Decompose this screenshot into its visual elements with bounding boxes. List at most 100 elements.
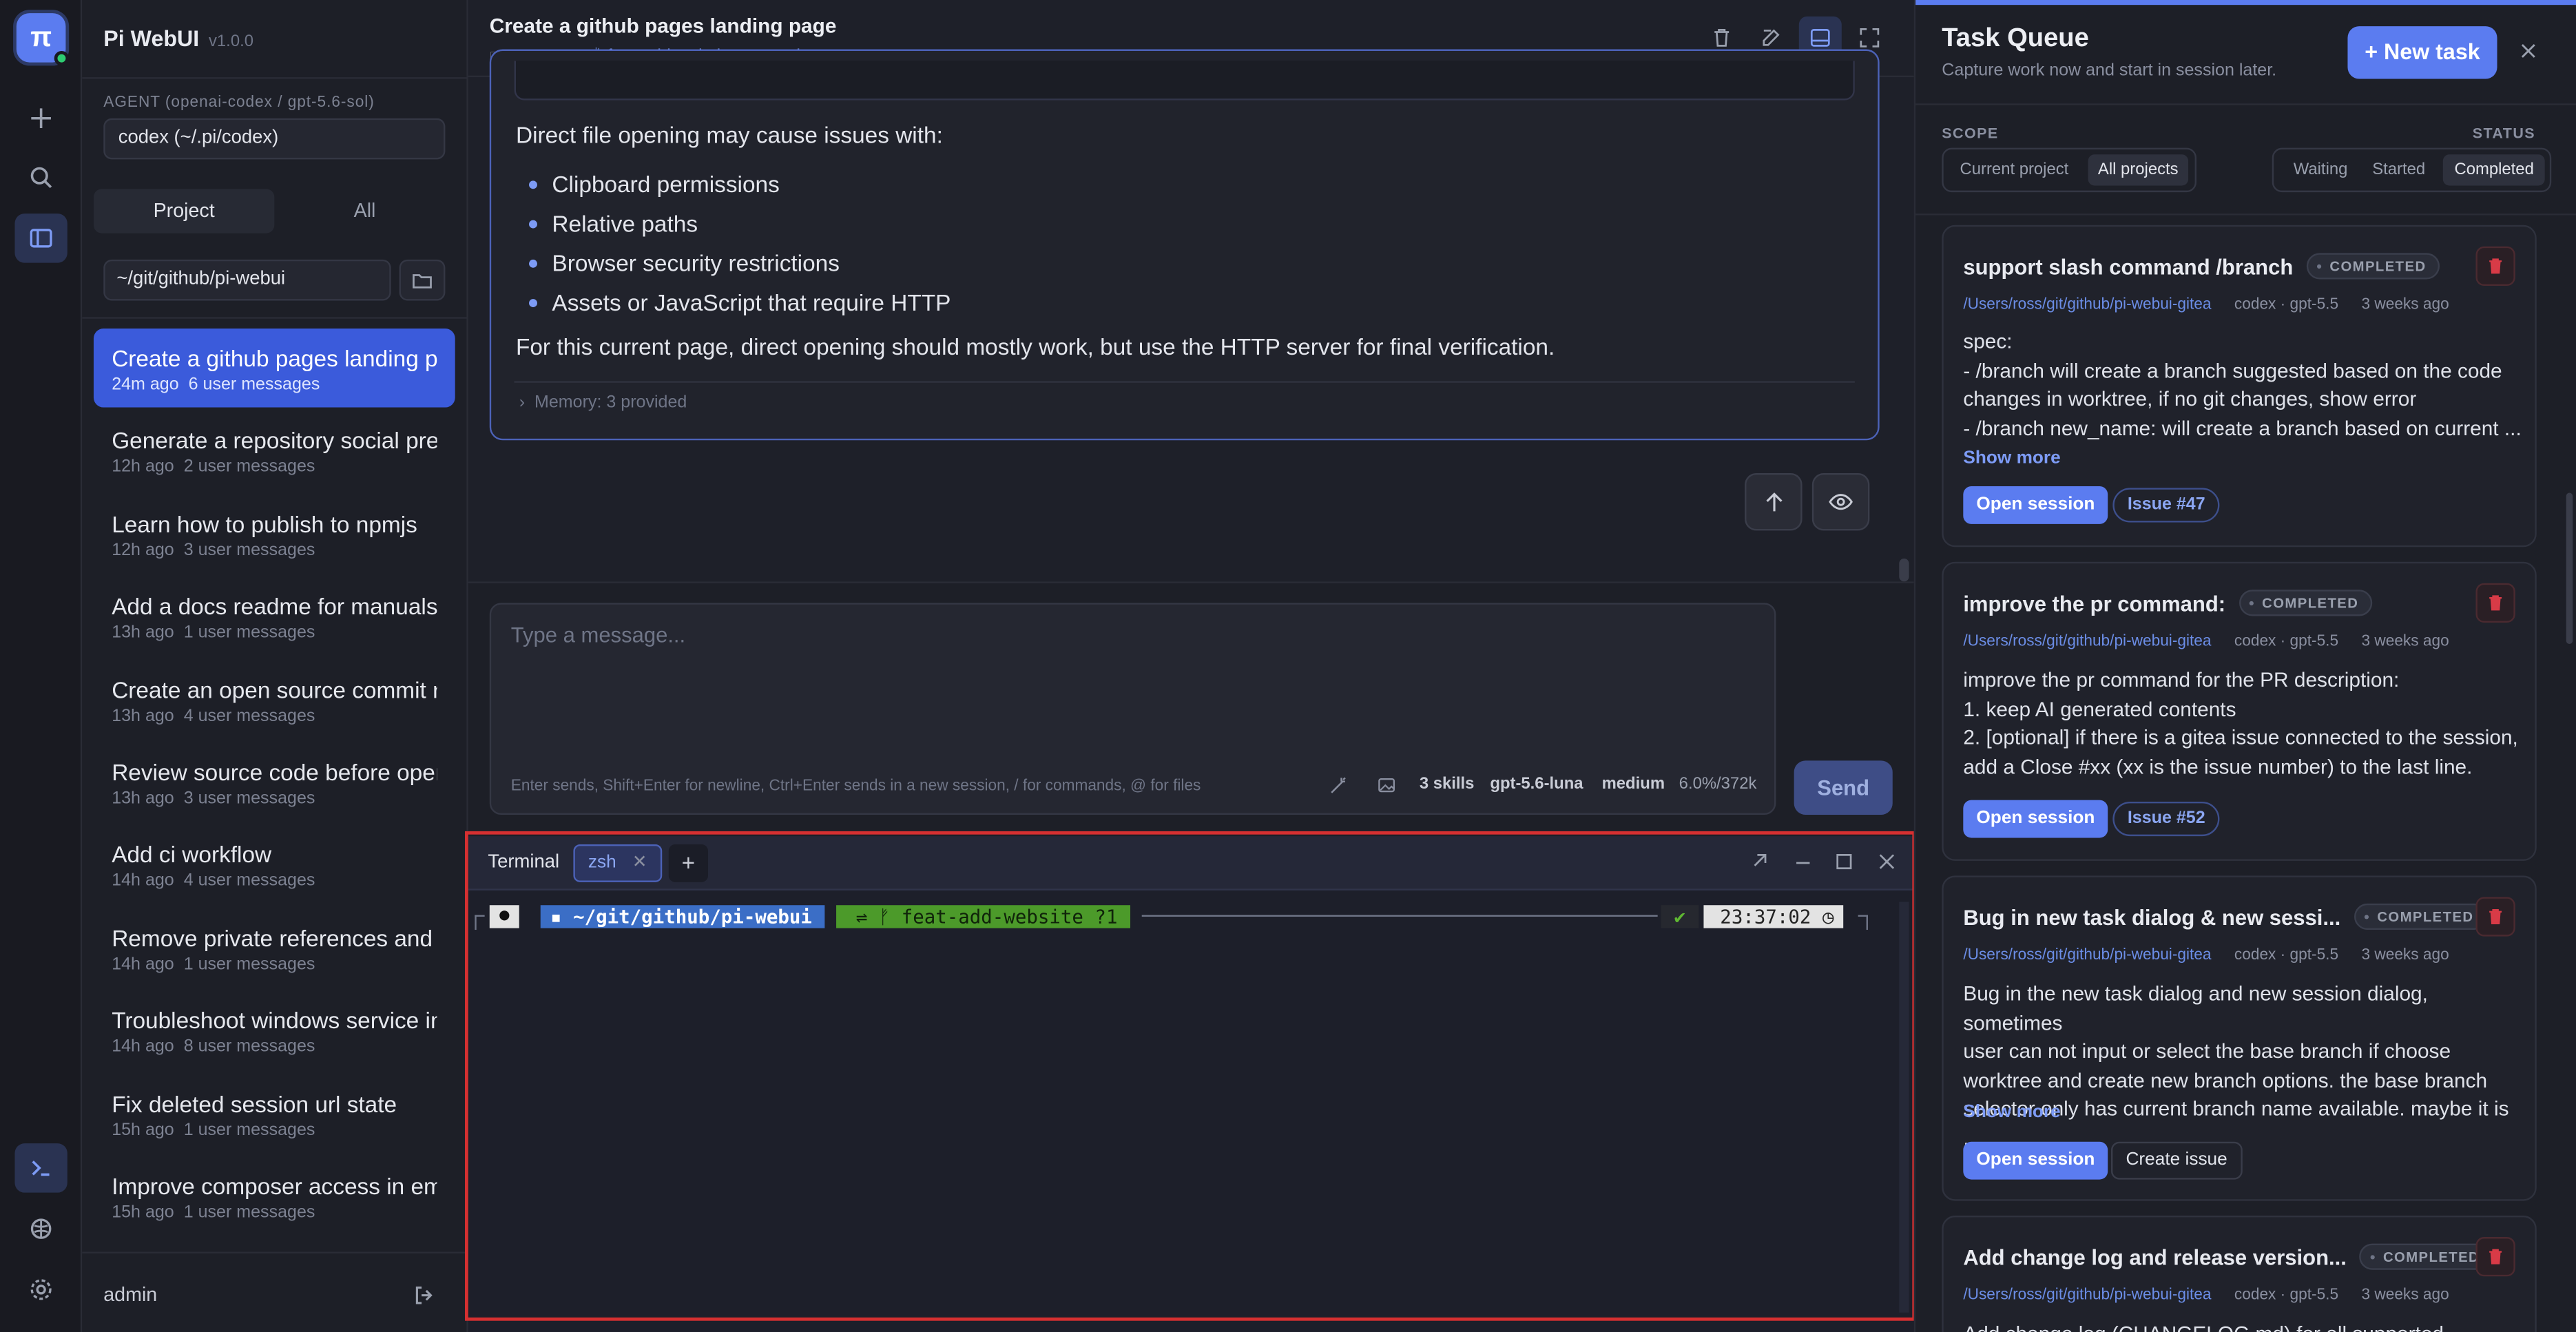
create-issue-button[interactable]: Create issue bbox=[2110, 1141, 2243, 1180]
skills-button[interactable] bbox=[14, 1204, 67, 1253]
session-item[interactable]: Troubleshoot windows service install 14h … bbox=[94, 991, 455, 1070]
task-title-text: improve the pr command: bbox=[1963, 591, 2226, 616]
session-item[interactable]: Learn how to publish to npmjs 12h ago 3 u… bbox=[94, 494, 455, 572]
queue-scrollbar[interactable] bbox=[2566, 492, 2573, 644]
username: admin bbox=[103, 1282, 158, 1307]
message-input[interactable]: Type a message... Enter sends, Shift+Ent… bbox=[489, 603, 1776, 815]
task-card: improve the pr command: COMPLETED /Users/… bbox=[1942, 561, 2537, 861]
settings-button[interactable] bbox=[14, 1265, 67, 1315]
session-item[interactable]: Create an open source commit msg 13h ago … bbox=[94, 660, 455, 738]
eye-icon bbox=[1829, 494, 1853, 510]
task-meta: /Users/ross/git/github/pi-webui-gitea cod… bbox=[1963, 295, 2449, 313]
status-completed[interactable]: Completed bbox=[2442, 154, 2546, 186]
model-selector[interactable]: gpt-5.6-luna bbox=[1490, 776, 1583, 793]
show-more-link[interactable]: Show more bbox=[1963, 448, 2060, 468]
chat-title: Create a github pages landing page bbox=[489, 14, 837, 38]
session-item[interactable]: Remove private references and secrets 14h… bbox=[94, 908, 455, 987]
task-path[interactable]: /Users/ross/git/github/pi-webui-gitea bbox=[1963, 632, 2211, 650]
new-task-button[interactable]: + New task bbox=[2347, 26, 2497, 79]
magic-button[interactable] bbox=[1329, 776, 1349, 795]
session-item[interactable]: Create a github pages landing page24m ag… bbox=[93, 329, 455, 408]
scope-all-projects[interactable]: All projects bbox=[2088, 154, 2188, 186]
app-logo[interactable]: π bbox=[16, 13, 70, 66]
task-body-line: 1. keep AI generated contents bbox=[1963, 697, 2236, 720]
issue-link[interactable]: Issue #52 bbox=[2112, 801, 2221, 837]
send-button[interactable]: Send bbox=[1794, 760, 1893, 815]
browse-folder-button[interactable] bbox=[399, 259, 446, 301]
session-time: 15h ago bbox=[112, 1202, 174, 1222]
status-badge: COMPLETED bbox=[2239, 590, 2372, 616]
task-path[interactable]: /Users/ross/git/github/pi-webui-gitea bbox=[1963, 295, 2211, 313]
session-count: 2 user messages bbox=[183, 457, 315, 477]
project-path-input[interactable]: ~/git/github/pi-webui bbox=[103, 259, 391, 301]
add-terminal-button[interactable]: + bbox=[668, 844, 709, 882]
effort-selector[interactable]: medium bbox=[1602, 776, 1665, 793]
status-waiting[interactable]: Waiting bbox=[2287, 154, 2354, 185]
message-placeholder: Type a message... bbox=[510, 622, 686, 647]
session-meta: 15h ago 1 user messages bbox=[112, 1120, 437, 1140]
session-item[interactable]: Add a docs readme for manuals 13h ago 1 u… bbox=[94, 577, 455, 656]
session-meta: 14h ago 1 user messages bbox=[112, 954, 437, 974]
delete-task-button[interactable] bbox=[2475, 1237, 2515, 1277]
prompt-frame-left bbox=[475, 915, 485, 930]
task-path[interactable]: /Users/ross/git/github/pi-webui-gitea bbox=[1963, 1287, 2211, 1304]
preview-button[interactable] bbox=[1811, 472, 1870, 531]
task-path[interactable]: /Users/ross/git/github/pi-webui-gitea bbox=[1963, 946, 2211, 964]
session-count: 1 user messages bbox=[183, 954, 315, 974]
session-item[interactable]: Fix deleted session url state 15h ago 1 u… bbox=[94, 1074, 455, 1152]
session-item[interactable]: Generate a repository social preview12h … bbox=[94, 411, 455, 490]
open-session-button[interactable]: Open session bbox=[1963, 1141, 2108, 1180]
session-item[interactable]: Improve composer access in embedded15h a… bbox=[94, 1156, 455, 1235]
skills-selector[interactable]: 3 skills bbox=[1420, 776, 1475, 793]
delete-task-button[interactable] bbox=[2475, 246, 2515, 287]
issue-link[interactable]: Issue #47 bbox=[2112, 488, 2221, 523]
search-button[interactable] bbox=[14, 153, 67, 202]
close-panel-button[interactable] bbox=[2519, 41, 2539, 61]
terminal-tab-label: zsh bbox=[588, 852, 616, 873]
logout-button[interactable] bbox=[406, 1276, 442, 1312]
session-count: 3 user messages bbox=[183, 788, 315, 809]
chat-scrollbar[interactable] bbox=[1899, 558, 1909, 582]
session-item[interactable]: Review source code before open source13h… bbox=[94, 742, 455, 821]
close-tab-icon[interactable]: ✕ bbox=[632, 846, 647, 880]
panel-accent-bar bbox=[1915, 0, 2576, 6]
session-title: Learn how to publish to npmjs bbox=[112, 510, 417, 537]
delete-task-button[interactable] bbox=[2475, 583, 2515, 623]
agent-select[interactable]: codex (~/.pi/codex) bbox=[103, 118, 446, 160]
sidebar-toggle-button[interactable] bbox=[14, 214, 67, 263]
status-started[interactable]: Started bbox=[2366, 154, 2432, 185]
maximize-terminal-button[interactable] bbox=[1834, 851, 1855, 873]
session-title: Add a docs readme for manuals bbox=[112, 593, 437, 620]
task-time: 3 weeks ago bbox=[2361, 295, 2449, 314]
queue-title: Task Queue bbox=[1942, 24, 2089, 53]
terminal-tab-zsh[interactable]: zsh ✕ bbox=[573, 844, 663, 882]
session-time: 15h ago bbox=[112, 1119, 174, 1140]
scroll-top-button[interactable] bbox=[1745, 472, 1803, 531]
session-count: 1 user messages bbox=[183, 1119, 315, 1140]
tab-all[interactable]: All bbox=[274, 189, 455, 233]
close-terminal-button[interactable] bbox=[1876, 851, 1898, 873]
show-more-link[interactable]: Show more bbox=[1963, 1102, 2060, 1122]
terminal-scrollbar[interactable] bbox=[1899, 902, 1909, 1313]
session-title: Add ci workflow bbox=[112, 842, 272, 868]
open-session-button[interactable]: Open session bbox=[1963, 486, 2108, 524]
divider bbox=[514, 381, 1855, 383]
popout-terminal-button[interactable] bbox=[1748, 851, 1769, 873]
scope-current-project[interactable]: Current project bbox=[1950, 154, 2078, 185]
attach-image-button[interactable] bbox=[1377, 776, 1397, 795]
open-session-button[interactable]: Open session bbox=[1963, 800, 2108, 838]
terminal-icon bbox=[32, 1161, 50, 1176]
minimize-terminal-button[interactable] bbox=[1792, 851, 1814, 873]
session-item[interactable]: Add ci workflow 14h ago 4 user messages bbox=[94, 825, 455, 904]
session-count: 4 user messages bbox=[183, 871, 315, 891]
code-block-tail bbox=[514, 61, 1855, 101]
task-meta: /Users/ross/git/github/pi-webui-gitea cod… bbox=[1963, 1287, 2449, 1304]
tab-project[interactable]: Project bbox=[93, 189, 275, 233]
external-link-icon bbox=[1754, 853, 1767, 866]
task-title-text: Add change log and release version... bbox=[1963, 1245, 2347, 1270]
memory-toggle[interactable]: › Memory: 3 provided bbox=[519, 393, 687, 413]
terminal-button[interactable] bbox=[14, 1143, 67, 1193]
new-session-button[interactable] bbox=[14, 94, 67, 143]
session-meta: 24m ago 6 user messages bbox=[112, 375, 437, 395]
delete-task-button[interactable] bbox=[2475, 897, 2515, 937]
